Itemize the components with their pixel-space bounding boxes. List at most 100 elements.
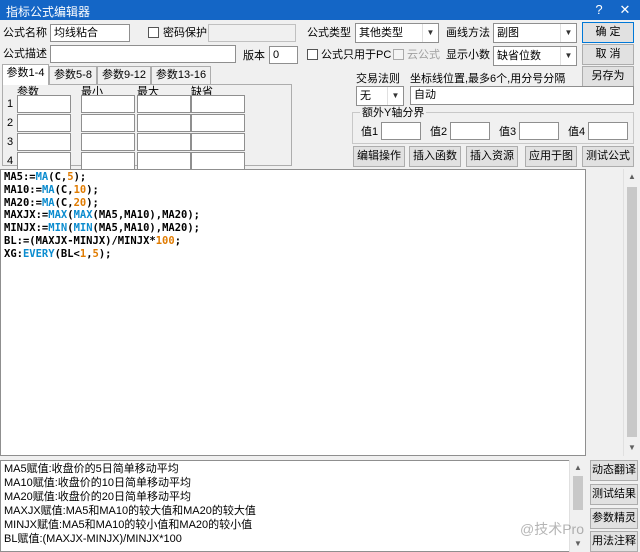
value-3-label: 值3	[499, 126, 517, 138]
code-line: MINJX:=MIN(MIN(MA5,MA10),MA20);	[4, 222, 200, 235]
code-line: MA20:=MA(C,20);	[4, 196, 99, 209]
explanation-line: BL赋值:(MAXJX-MINJX)/MINJX*100	[4, 533, 182, 546]
explanation-line: MA20赋值:收盘价的20日简单移动平均	[4, 491, 192, 504]
value-1-input[interactable]	[381, 122, 421, 140]
tab-params-1-4[interactable]: 参数1-4	[2, 64, 49, 85]
tab-params-9-12[interactable]: 参数9-12	[97, 66, 151, 85]
explanation-scrollbar[interactable]: ▲ ▼	[569, 460, 586, 552]
chevron-down-icon: ▼	[560, 24, 576, 42]
value-4-label: 值4	[568, 126, 586, 138]
window-title: 指标公式编辑器	[6, 5, 91, 19]
param-3-name-input[interactable]	[17, 133, 71, 151]
arrow-up-icon[interactable]: ▲	[570, 460, 586, 476]
param-2-name-input[interactable]	[17, 114, 71, 132]
version-label: 版本	[243, 50, 265, 62]
value-4-input[interactable]	[588, 122, 628, 140]
insert-function-button[interactable]: 插入函数	[409, 146, 461, 167]
ok-button[interactable]: 确 定	[582, 22, 634, 43]
explanation-pane: MA5赋值:收盘价的5日简单移动平均 MA10赋值:收盘价的10日简单移动平均 MA…	[0, 460, 586, 552]
param-row-number: 1	[7, 98, 14, 110]
tab-params-5-8[interactable]: 参数5-8	[49, 66, 97, 85]
param-3-min-input[interactable]	[81, 133, 135, 151]
param-1-default-input[interactable]	[191, 95, 245, 113]
param-1-max-input[interactable]	[137, 95, 191, 113]
insert-resource-button[interactable]: 插入资源	[466, 146, 518, 167]
param-row-number: 3	[7, 136, 14, 148]
param-wizard-button[interactable]: 参数精灵	[590, 508, 638, 529]
draw-method-label: 画线方法	[446, 27, 490, 39]
save-as-button[interactable]: 另存为	[582, 66, 634, 87]
code-line: MA5:=MA(C,5);	[4, 171, 87, 183]
apply-to-chart-button[interactable]: 应用于图	[525, 146, 577, 167]
decimals-select[interactable]: 缺省位数 ▼	[493, 46, 577, 66]
value-3-input[interactable]	[519, 122, 559, 140]
param-3-default-input[interactable]	[191, 133, 245, 151]
test-formula-button[interactable]: 测试公式	[582, 146, 634, 167]
value-2-input[interactable]	[450, 122, 490, 140]
param-3-max-input[interactable]	[137, 133, 191, 151]
param-4-min-input[interactable]	[81, 152, 135, 170]
code-editor[interactable]: MA5:=MA(C,5); MA10:=MA(C,10); MA20:=MA(C,2…	[0, 169, 586, 456]
extra-y-label: 额外Y轴分界	[360, 106, 427, 120]
decimals-label: 显示小数	[446, 49, 490, 61]
param-2-min-input[interactable]	[81, 114, 135, 132]
draw-method-select[interactable]: 副图 ▼	[493, 23, 577, 43]
value-1-label: 值1	[361, 126, 379, 138]
password-input[interactable]	[208, 24, 296, 42]
explanation-line: MA10赋值:收盘价的10日简单移动平均	[4, 477, 192, 490]
code-scrollbar[interactable]: ▲ ▼	[623, 169, 640, 456]
description-input[interactable]	[50, 45, 236, 63]
explanation-line: MAXJX赋值:MA5和MA10的较大值和MA20的较大值	[4, 505, 256, 518]
arrow-down-icon[interactable]: ▼	[570, 536, 586, 552]
password-checkbox[interactable]	[148, 27, 159, 38]
param-1-min-input[interactable]	[81, 95, 135, 113]
trade-rule-label: 交易法则	[356, 73, 400, 85]
description-label: 公式描述	[3, 48, 47, 60]
trade-rule-select[interactable]: 无 ▼	[356, 86, 404, 106]
explanation-line: MINJX赋值:MA5和MA10的较小值和MA20的较小值	[4, 519, 253, 532]
explanation-line: MA5赋值:收盘价的5日简单移动平均	[4, 463, 179, 475]
param-2-default-input[interactable]	[191, 114, 245, 132]
code-line: BL:=(MAXJX-MINJX)/MINJX*100;	[4, 234, 182, 247]
formula-type-value: 其他类型	[359, 27, 403, 39]
param-4-name-input[interactable]	[17, 152, 71, 170]
param-row-number: 2	[7, 117, 14, 129]
version-input[interactable]: 0	[269, 46, 298, 64]
decimals-value: 缺省位数	[497, 50, 541, 62]
explanation-scroll-thumb[interactable]	[573, 476, 583, 510]
pc-only-checkbox[interactable]	[307, 49, 318, 60]
formula-name-input[interactable]: 均线粘合	[50, 24, 130, 42]
arrow-down-icon[interactable]: ▼	[624, 440, 640, 456]
help-button[interactable]: ?	[586, 0, 612, 20]
param-1-name-input[interactable]	[17, 95, 71, 113]
password-label: 密码保护	[163, 27, 207, 39]
formula-type-label: 公式类型	[307, 27, 351, 39]
code-line: MAXJX:=MAX(MAX(MA5,MA10),MA20);	[4, 209, 200, 222]
param-4-default-input[interactable]	[191, 152, 245, 170]
formula-type-select[interactable]: 其他类型 ▼	[355, 23, 439, 43]
coord-label: 坐标线位置,最多6个,用分号分隔	[410, 73, 566, 85]
cancel-button[interactable]: 取 消	[582, 44, 634, 65]
dynamic-translate-button[interactable]: 动态翻译	[590, 460, 638, 481]
close-button[interactable]: ✕	[612, 0, 638, 20]
chevron-down-icon: ▼	[560, 47, 576, 65]
cloud-checkbox[interactable]	[393, 49, 404, 60]
edit-ops-button[interactable]: 编辑操作	[353, 146, 405, 167]
param-4-max-input[interactable]	[137, 152, 191, 170]
param-row-number: 4	[7, 155, 14, 167]
formula-name-label: 公式名称	[3, 27, 47, 39]
coord-input[interactable]: 自动	[410, 86, 634, 105]
code-scroll-thumb[interactable]	[627, 187, 637, 437]
trade-rule-value: 无	[360, 90, 371, 102]
params-panel: 参数 最小 最大 缺省 1 2 3 4	[2, 84, 292, 170]
draw-method-value: 副图	[497, 27, 519, 39]
test-result-button[interactable]: 测试结果	[590, 484, 638, 505]
param-2-max-input[interactable]	[137, 114, 191, 132]
usage-notes-button[interactable]: 用法注释	[590, 531, 638, 552]
code-line: XG:EVERY(BL<1,5);	[4, 247, 112, 260]
arrow-up-icon[interactable]: ▲	[624, 169, 640, 185]
tab-params-13-16[interactable]: 参数13-16	[151, 66, 211, 85]
code-line: MA10:=MA(C,10);	[4, 183, 99, 196]
value-2-label: 值2	[430, 126, 448, 138]
watermark: @技术Pro	[520, 521, 584, 537]
